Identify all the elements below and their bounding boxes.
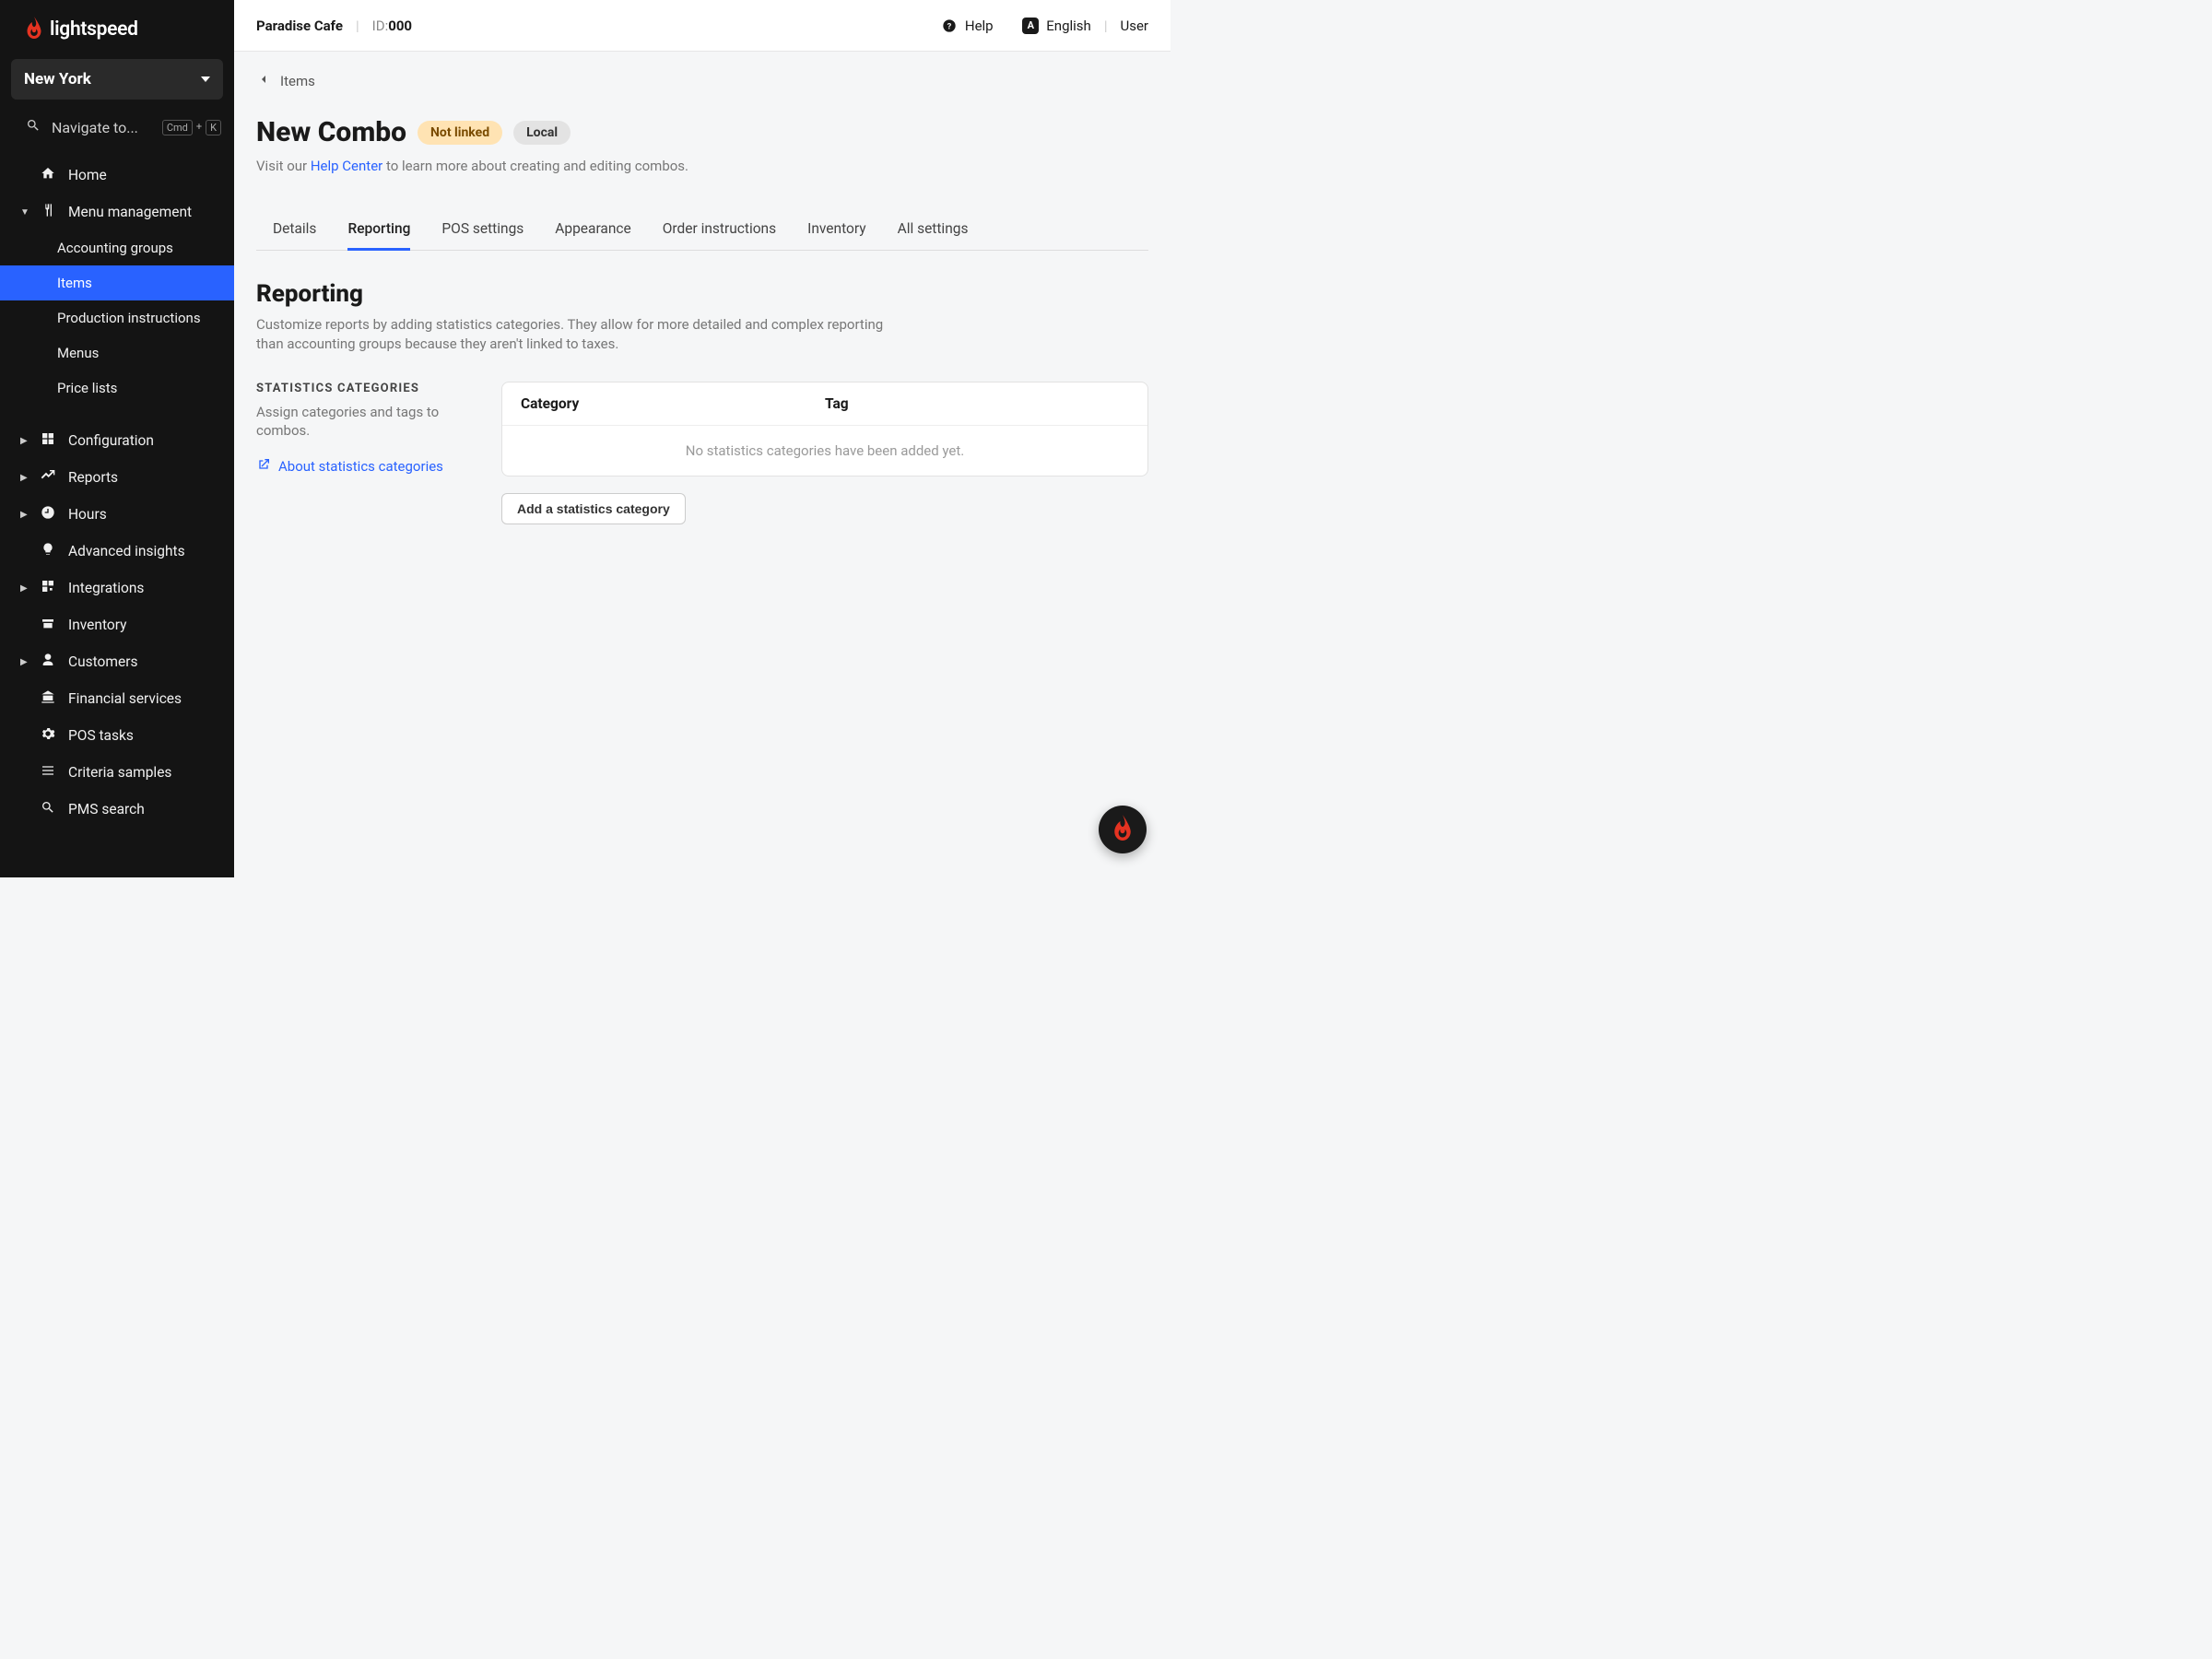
nav-accounting-groups[interactable]: Accounting groups	[0, 230, 234, 265]
kbd-hint: Cmd+K	[162, 120, 221, 135]
flame-icon	[26, 17, 42, 42]
page-title-row: New Combo Not linked Local	[256, 116, 1148, 148]
chevron-down-icon: ▼	[20, 207, 28, 218]
nav-customers[interactable]: ▶ Customers	[0, 643, 234, 680]
section-heading: Reporting	[256, 280, 1148, 308]
main-col: Category Tag No statistics categories ha…	[501, 382, 1148, 524]
tab-reporting[interactable]: Reporting	[347, 209, 410, 251]
search-icon	[26, 118, 41, 136]
user-menu[interactable]: User	[1120, 18, 1148, 34]
brand-logo[interactable]: lightspeed	[0, 0, 234, 55]
location-selector[interactable]: New York	[11, 59, 223, 100]
side-col: STATISTICS CATEGORIES Assign categories …	[256, 382, 459, 524]
main: Paradise Cafe | ID: 000 ? Help | A Engli…	[234, 0, 1171, 877]
nav-configuration[interactable]: ▶ Configuration	[0, 422, 234, 459]
chart-icon	[39, 468, 57, 487]
help-link[interactable]: ? Help	[941, 18, 994, 34]
nav-items[interactable]: Items	[0, 265, 234, 300]
nav-pos-tasks[interactable]: POS tasks	[0, 717, 234, 754]
nav-production-instructions[interactable]: Production instructions	[0, 300, 234, 335]
tab-order-instructions[interactable]: Order instructions	[663, 209, 776, 251]
stats-table: Category Tag No statistics categories ha…	[501, 382, 1148, 477]
lightbulb-icon	[39, 542, 57, 560]
chevron-right-icon: ▶	[20, 510, 28, 520]
nav-inventory[interactable]: Inventory	[0, 606, 234, 643]
grid-icon	[39, 431, 57, 450]
nav-integrations[interactable]: ▶ Integrations	[0, 570, 234, 606]
nav-search[interactable]: Navigate to... Cmd+K	[0, 109, 234, 146]
nav-criteria-samples[interactable]: Criteria samples	[0, 754, 234, 791]
svg-text:?: ?	[947, 21, 952, 31]
badge-local: Local	[513, 121, 571, 145]
clock-icon	[39, 505, 57, 524]
table-header: Category Tag	[502, 382, 1147, 425]
chevron-right-icon: ▶	[20, 473, 28, 483]
content: Items New Combo Not linked Local Visit o…	[234, 52, 1171, 877]
tab-pos-settings[interactable]: POS settings	[441, 209, 524, 251]
language-badge-icon: A	[1022, 18, 1039, 34]
nav-price-lists[interactable]: Price lists	[0, 371, 234, 406]
brand-text: lightspeed	[50, 18, 138, 41]
sidebar: lightspeed New York Navigate to... Cmd+K…	[0, 0, 234, 877]
th-category: Category	[521, 395, 825, 412]
chevron-right-icon: ▶	[20, 657, 28, 667]
nav-home[interactable]: Home	[0, 157, 234, 194]
badge-not-linked: Not linked	[418, 121, 502, 145]
bank-icon	[39, 689, 57, 708]
tab-details[interactable]: Details	[273, 209, 316, 251]
about-link[interactable]: About statistics categories	[256, 457, 459, 476]
tabs: Details Reporting POS settings Appearance Or…	[256, 209, 1148, 251]
home-icon	[39, 166, 57, 184]
chevron-left-icon	[256, 72, 271, 90]
table-empty-state: No statistics categories have been added…	[502, 425, 1147, 476]
id-value: 000	[388, 18, 412, 34]
nav-search-label: Navigate to...	[52, 119, 151, 136]
nav-reports[interactable]: ▶ Reports	[0, 459, 234, 496]
puzzle-icon	[39, 579, 57, 597]
user-icon	[39, 653, 57, 671]
chevron-right-icon: ▶	[20, 583, 28, 594]
nav-pms-search[interactable]: PMS search	[0, 791, 234, 828]
nav-list: Home ▼ Menu management Accounting groups…	[0, 157, 234, 828]
nav-menu-management[interactable]: ▼ Menu management	[0, 194, 234, 230]
tab-inventory[interactable]: Inventory	[807, 209, 865, 251]
nav-menus[interactable]: Menus	[0, 335, 234, 371]
topbar: Paradise Cafe | ID: 000 ? Help | A Engli…	[234, 0, 1171, 52]
page-title: New Combo	[256, 116, 406, 148]
language-selector[interactable]: A English	[1022, 18, 1091, 34]
side-desc: Assign categories and tags to combos.	[256, 403, 459, 441]
breadcrumb-back[interactable]: Items	[256, 72, 1148, 90]
tab-appearance[interactable]: Appearance	[555, 209, 630, 251]
page-subtext: Visit our Help Center to learn more abou…	[256, 158, 1148, 174]
utensils-icon	[39, 203, 57, 221]
org-name: Paradise Cafe	[256, 18, 343, 34]
nav-advanced-insights[interactable]: Advanced insights	[0, 533, 234, 570]
side-label: STATISTICS CATEGORIES	[256, 382, 459, 395]
tab-all-settings[interactable]: All settings	[898, 209, 969, 251]
flame-icon	[1112, 815, 1133, 844]
box-icon	[39, 616, 57, 634]
help-icon: ?	[941, 18, 958, 34]
nav-hours[interactable]: ▶ Hours	[0, 496, 234, 533]
fab-support[interactable]	[1099, 806, 1147, 853]
list-icon	[39, 763, 57, 782]
chevron-right-icon: ▶	[20, 436, 28, 446]
chevron-down-icon	[201, 76, 210, 82]
gear-icon	[39, 726, 57, 745]
help-center-link[interactable]: Help Center	[311, 158, 382, 174]
id-label: ID:	[372, 18, 389, 34]
th-tag: Tag	[825, 395, 1129, 412]
add-stats-category-button[interactable]: Add a statistics category	[501, 493, 686, 524]
external-link-icon	[256, 457, 271, 476]
location-name: New York	[24, 70, 91, 88]
nav-financial-services[interactable]: Financial services	[0, 680, 234, 717]
section-desc: Customize reports by adding statistics c…	[256, 315, 901, 354]
search-icon	[39, 800, 57, 818]
section-reporting: Reporting Customize reports by adding st…	[256, 280, 1148, 524]
